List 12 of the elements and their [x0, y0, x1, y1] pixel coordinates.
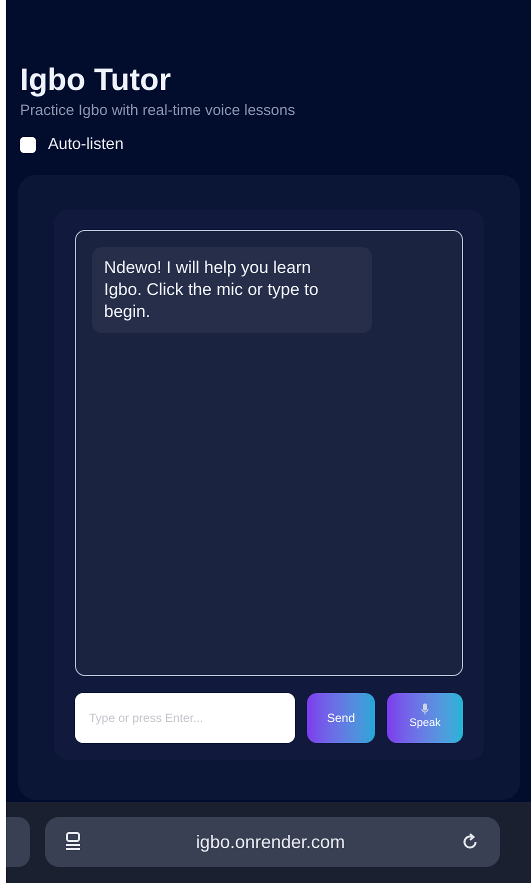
microphone-icon — [421, 703, 429, 716]
chat-message: Ndewo! I will help you learn Igbo. Click the mic or type to begin. — [92, 246, 372, 332]
app-subtitle: Practice Igbo with real-time voice lessons — [20, 101, 296, 121]
app-title: Igbo Tutor — [20, 62, 171, 98]
auto-listen-checkbox[interactable] — [20, 136, 36, 152]
message-input[interactable]: Type or press Enter... — [75, 692, 295, 742]
page-menu-icon[interactable] — [65, 832, 81, 852]
speak-button[interactable]: Speak — [387, 692, 463, 742]
address-bar[interactable]: igbo.onrender.com — [45, 817, 500, 868]
url-text: igbo.onrender.com — [194, 830, 346, 854]
send-button[interactable]: Send — [307, 692, 375, 742]
auto-listen-label: Auto-listen — [48, 134, 124, 154]
